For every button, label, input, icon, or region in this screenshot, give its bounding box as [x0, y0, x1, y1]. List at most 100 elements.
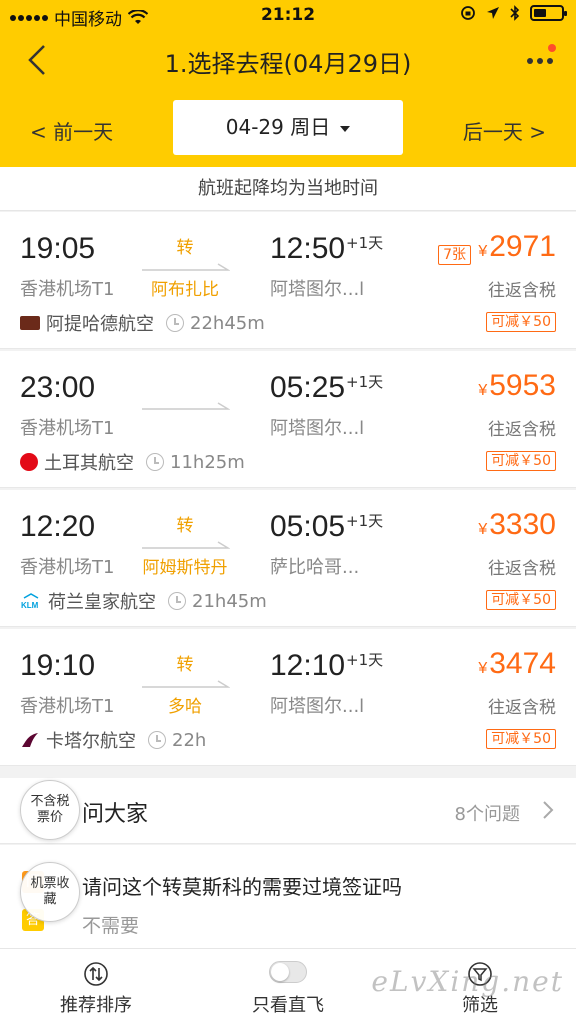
- flight-duration: 22h: [172, 729, 207, 751]
- price: ¥3330: [478, 508, 556, 541]
- departure-airport: 香港机场T1: [20, 418, 115, 439]
- clock-icon: [168, 592, 186, 610]
- flight-duration: 21h45m: [192, 590, 267, 612]
- discount-badge: 可减￥50: [486, 729, 556, 749]
- clock-icon: [146, 453, 164, 471]
- arrival-time: 12:10: [270, 649, 346, 682]
- price: ¥2971: [478, 230, 556, 263]
- bluetooth-icon: [510, 5, 520, 21]
- discount-badge: 可减￥50: [486, 312, 556, 332]
- next-day-button[interactable]: 后一天 >: [463, 116, 546, 145]
- departure-airport: 香港机场T1: [20, 557, 115, 578]
- tax-toggle-button[interactable]: 不含税票价: [20, 780, 80, 840]
- discount-badge: 可减￥50: [486, 451, 556, 471]
- flight-card[interactable]: 12:20 香港机场T1 转 阿姆斯特丹 05:05 +1天 萨比哈哥... K…: [0, 490, 576, 627]
- answer-text: 不需要: [82, 915, 140, 937]
- ask-section-header[interactable]: 问大家 8个问题: [0, 778, 576, 844]
- airline-name: 阿提哈德航空: [46, 314, 154, 335]
- ask-title: 问大家: [82, 802, 149, 827]
- plus-day-label: +1天: [346, 373, 384, 391]
- qatar-airways-logo-icon: [22, 733, 38, 747]
- more-button[interactable]: [520, 44, 560, 78]
- departure-time: 12:20: [20, 510, 96, 543]
- location-icon: [487, 7, 499, 19]
- route-arrow-icon: [142, 263, 230, 271]
- sort-label: 推荐排序: [60, 995, 132, 1016]
- plus-day-label: +1天: [346, 651, 384, 669]
- tax-note: 往返含税: [488, 698, 556, 718]
- departure-airport: 香港机场T1: [20, 279, 115, 300]
- seats-left-badge: 7张: [438, 245, 471, 265]
- question-count: 8个问题: [454, 804, 520, 825]
- route-arrow-icon: [142, 402, 230, 410]
- watermark: eLvXing.net: [371, 965, 564, 998]
- flight-card[interactable]: 23:00 香港机场T1 05:25 +1天 阿塔图尔...l 土耳其航空 11…: [0, 351, 576, 488]
- klm-logo-icon: KLM: [21, 593, 39, 609]
- transfer-label: 转: [176, 238, 194, 258]
- flight-card[interactable]: 19:05 香港机场T1 转 阿布扎比 12:50 +1天 阿塔图尔...l 阿…: [0, 212, 576, 349]
- arrival-airport: 阿塔图尔...l: [270, 696, 365, 717]
- price: ¥5953: [478, 369, 556, 402]
- airline-name: 卡塔尔航空: [46, 731, 136, 752]
- departure-time: 19:10: [20, 649, 96, 682]
- tax-note: 往返含税: [488, 559, 556, 579]
- airline-name: 土耳其航空: [44, 453, 134, 474]
- etihad-logo-icon: [20, 316, 40, 330]
- caret-down-icon: [340, 125, 351, 132]
- arrival-airport: 阿塔图尔...l: [270, 279, 365, 300]
- arrival-airport: 萨比哈哥...: [270, 557, 360, 578]
- price: ¥3474: [478, 647, 556, 680]
- header: 中国移动 21:12 1.选择去程(04月29日) < 前一天 04-29 周日…: [0, 0, 576, 167]
- arrival-time: 12:50: [270, 232, 346, 265]
- airline-info: 卡塔尔航空 22h: [20, 727, 206, 753]
- direct-only-toggle[interactable]: 只看直飞: [218, 949, 358, 1024]
- route-arrow-icon: [142, 680, 230, 688]
- transfer-city: 阿布扎比: [151, 280, 219, 300]
- arrival-time: 05:05: [270, 510, 346, 543]
- airline-info: 土耳其航空 11h25m: [20, 449, 245, 475]
- clock-icon: [148, 731, 166, 749]
- flight-duration: 11h25m: [170, 451, 245, 473]
- sort-button[interactable]: 推荐排序: [26, 949, 166, 1024]
- departure-airport: 香港机场T1: [20, 696, 115, 717]
- route-arrow-icon: [142, 541, 230, 549]
- airline-info: 阿提哈德航空 22h45m: [20, 310, 265, 336]
- sort-icon: [84, 962, 108, 986]
- turkish-airlines-logo-icon: [20, 453, 38, 471]
- discount-badge: 可减￥50: [486, 590, 556, 610]
- chevron-right-icon: [543, 801, 554, 819]
- page-title: 1.选择去程(04月29日): [164, 50, 412, 78]
- tax-note: 往返含税: [488, 281, 556, 301]
- qa-item[interactable]: 问 请问这个转莫斯科的需要过境签证吗 答 不需要: [0, 845, 576, 948]
- date-picker[interactable]: 04-29 周日: [173, 100, 403, 155]
- arrival-airport: 阿塔图尔...l: [270, 418, 365, 439]
- local-time-notice: 航班起降均为当地时间: [0, 167, 576, 211]
- direct-only-label: 只看直飞: [252, 995, 324, 1016]
- status-bar: 中国移动 21:12: [0, 0, 576, 30]
- toggle-switch[interactable]: [269, 961, 307, 983]
- arrival-time: 05:25: [270, 371, 346, 404]
- svg-text:KLM: KLM: [21, 601, 39, 609]
- clock-icon: [166, 314, 184, 332]
- tax-note: 往返含税: [488, 420, 556, 440]
- nav-bar: 1.选择去程(04月29日): [0, 38, 576, 82]
- prev-day-button[interactable]: < 前一天: [30, 116, 113, 145]
- transfer-city: 多哈: [168, 697, 202, 717]
- transfer-city: 阿姆斯特丹: [142, 558, 228, 578]
- flight-duration: 22h45m: [190, 312, 265, 334]
- rotation-lock-icon: [461, 6, 475, 20]
- departure-time: 23:00: [20, 371, 96, 404]
- favorite-button[interactable]: 机票收藏: [20, 862, 80, 922]
- battery-icon: [530, 5, 567, 21]
- airline-name: 荷兰皇家航空: [48, 592, 156, 613]
- more-icon: [527, 58, 533, 64]
- question-text: 请问这个转莫斯科的需要过境签证吗: [82, 875, 402, 899]
- flight-card[interactable]: 19:10 香港机场T1 转 多哈 12:10 +1天 阿塔图尔...l 卡塔尔…: [0, 629, 576, 766]
- date-switcher: < 前一天 04-29 周日 后一天 >: [0, 100, 576, 155]
- transfer-label: 转: [176, 655, 194, 675]
- airline-info: KLM 荷兰皇家航空 21h45m: [20, 588, 267, 614]
- date-label: 04-29 周日: [225, 115, 331, 139]
- departure-time: 19:05: [20, 232, 96, 265]
- transfer-label: 转: [176, 516, 194, 536]
- plus-day-label: +1天: [346, 234, 384, 252]
